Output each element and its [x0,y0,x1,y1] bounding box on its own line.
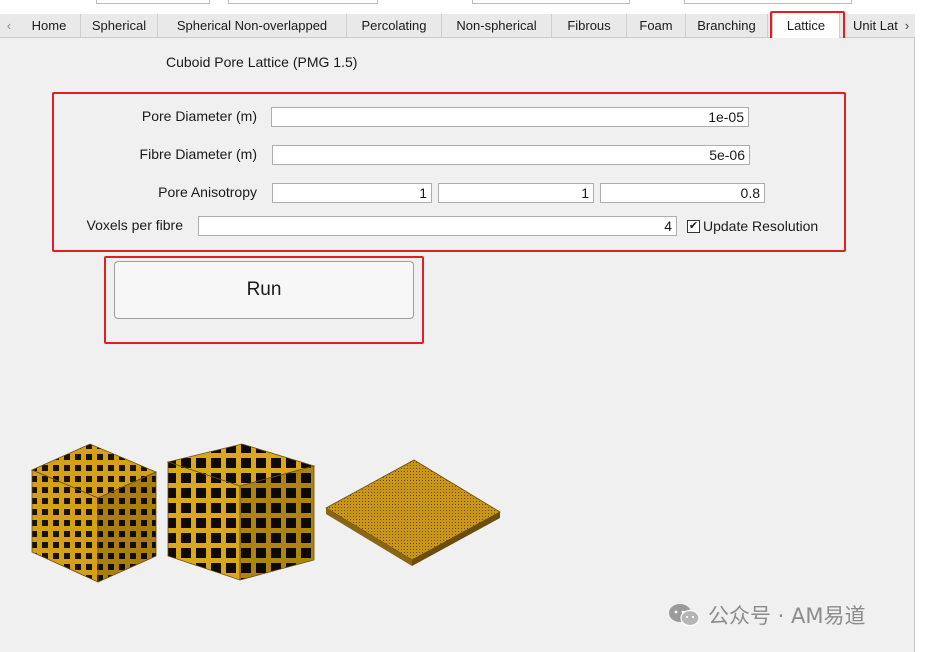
tab-home[interactable]: Home [18,14,81,37]
top-control-stub [472,0,630,4]
top-control-stub [96,0,210,4]
tab-spherical[interactable]: Spherical [81,14,158,37]
tab-percolating[interactable]: Percolating [347,14,442,37]
top-control-stub [228,0,378,4]
wechat-icon [669,604,700,627]
lattice-cube-small-pores [30,443,158,583]
chevron-left-icon[interactable]: ‹ [2,14,16,37]
tab-fibrous[interactable]: Fibrous [552,14,627,37]
chevron-right-icon[interactable]: › [900,14,914,37]
tab-foam[interactable]: Foam [627,14,686,37]
tab-non-spherical[interactable]: Non-spherical [442,14,552,37]
watermark: 公众号 · AM易道 [668,600,866,630]
lattice-cube-large-pores [166,443,316,581]
tab-branching[interactable]: Branching [686,14,768,37]
lattice-thin-plate [325,459,501,566]
top-control-stub [684,0,852,4]
watermark-text: 公众号 · AM易道 [708,604,866,628]
panel-title: Cuboid Pore Lattice (PMG 1.5) [166,54,358,70]
highlight-box-parameters [52,92,846,252]
tab-spherical-non-overlapped[interactable]: Spherical Non-overlapped [158,14,347,37]
top-strip [0,0,928,4]
highlight-box-run [104,256,424,344]
lattice-preview-images [30,443,501,583]
tab-unit-lattice[interactable]: Unit Lat [846,14,902,37]
